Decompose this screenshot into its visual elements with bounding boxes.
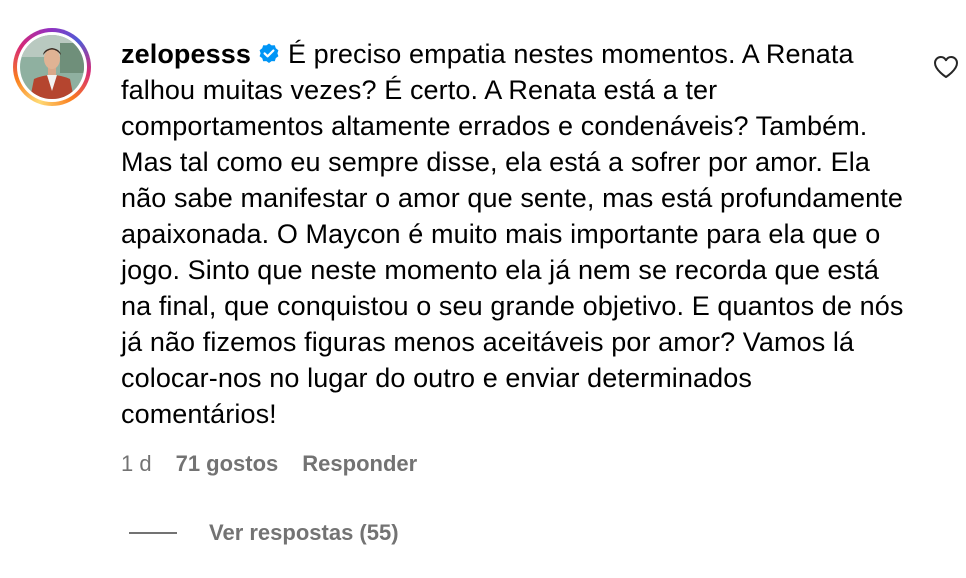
view-replies-label: Ver respostas (55) bbox=[209, 520, 399, 545]
verified-badge-icon bbox=[259, 43, 279, 63]
view-replies-button[interactable]: Ver respostas (55) bbox=[129, 520, 399, 546]
avatar-photo bbox=[20, 35, 84, 99]
avatar-story-ring[interactable] bbox=[13, 28, 91, 106]
replies-divider-line bbox=[129, 532, 177, 534]
comment-meta-row: 1 d 71 gostos Responder bbox=[121, 450, 417, 478]
username-link[interactable]: zelopesss bbox=[121, 39, 251, 69]
avatar[interactable] bbox=[20, 35, 84, 99]
comment-body: zelopesss É preciso empatia nestes moment… bbox=[121, 36, 911, 432]
reply-button[interactable]: Responder bbox=[302, 450, 417, 478]
avatar-ring-gap bbox=[17, 32, 87, 102]
likes-count[interactable]: 71 gostos bbox=[176, 450, 279, 478]
comment-age: 1 d bbox=[121, 451, 152, 476]
heart-outline-icon[interactable] bbox=[933, 55, 959, 79]
comment-text: É preciso empatia nestes momentos. A Ren… bbox=[121, 39, 904, 429]
